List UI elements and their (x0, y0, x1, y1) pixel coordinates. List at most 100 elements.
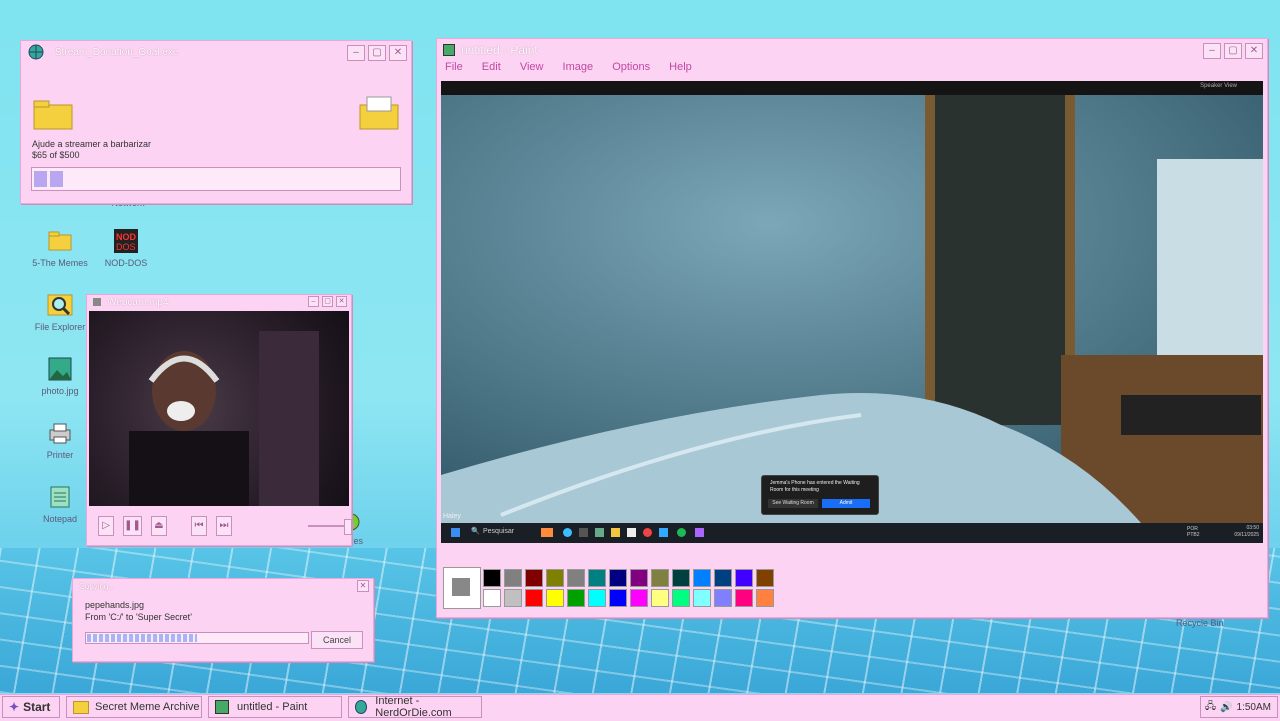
notification-text: Jemma's Phone has entered the Waiting Ro… (770, 480, 860, 493)
icon-label: NOD-DOS (104, 258, 148, 268)
paint-canvas[interactable]: Speaker View Haley Jemma's Phone has ent… (441, 81, 1263, 543)
minimize-button[interactable]: ‒ (347, 45, 365, 61)
palette-swatch[interactable] (756, 569, 774, 587)
desktop-icon-noddos[interactable]: NOD DOS NOD-DOS (86, 228, 166, 268)
palette-swatch[interactable] (609, 589, 627, 607)
image-icon (48, 357, 72, 381)
folder-icon (33, 100, 73, 130)
close-button[interactable]: ✕ (357, 580, 369, 592)
waiting-room-notification: Jemma's Phone has entered the Waiting Ro… (761, 475, 879, 515)
palette-swatch[interactable] (672, 589, 690, 607)
palette-swatch[interactable] (630, 589, 648, 607)
next-button[interactable]: ⏭ (216, 516, 233, 536)
volume-slider-thumb[interactable] (344, 519, 353, 535)
palette-swatch[interactable] (693, 569, 711, 587)
menu-edit[interactable]: Edit (482, 61, 501, 73)
palette-swatch[interactable] (483, 569, 501, 587)
window-title: Webcam.mp4 (107, 296, 169, 308)
admit-button[interactable]: Admit (822, 499, 870, 508)
captured-taskbar: 🔍 Pesquisar POR PTB2 03:50 09/11/2025 (441, 523, 1263, 543)
captured-clock: 03:50 09/11/2025 (1234, 525, 1259, 539)
palette-swatch[interactable] (546, 569, 564, 587)
taskbar-item-meme-archive[interactable]: Secret Meme Archive (66, 696, 202, 718)
previous-button[interactable]: ⏮ (190, 516, 207, 536)
menu-help[interactable]: Help (669, 61, 692, 73)
app-icon (695, 528, 704, 537)
cancel-button[interactable]: Cancel (311, 631, 363, 649)
palette-swatch[interactable] (693, 589, 711, 607)
menu-image[interactable]: Image (563, 61, 594, 73)
copy-dialog: Copying... ✕ pepehands.jpg From 'C:/' to… (72, 578, 374, 662)
play-button[interactable]: ▷ (98, 516, 115, 536)
current-color-box[interactable] (443, 567, 481, 609)
palette-swatch[interactable] (651, 569, 669, 587)
copy-progress-fill (87, 634, 197, 642)
window-title: Stream_Donation_Goal.exe (55, 46, 179, 58)
paint-titlebar[interactable]: untitled - Paint ‒ ▢ ✕ (437, 39, 1267, 61)
participant-name-tag: Haley (443, 513, 461, 520)
close-button[interactable]: ✕ (389, 45, 407, 61)
menu-file[interactable]: File (445, 61, 463, 73)
nod-icon: NODDOS (114, 229, 138, 253)
palette-swatch[interactable] (504, 569, 522, 587)
paint-icon (443, 44, 455, 56)
app-icon (595, 528, 604, 537)
minimize-button[interactable]: ‒ (308, 296, 319, 307)
palette-swatch[interactable] (714, 589, 732, 607)
minimize-button[interactable]: ‒ (1203, 43, 1221, 59)
palette-swatch[interactable] (546, 589, 564, 607)
meeting-topbar: Speaker View (441, 81, 1263, 95)
see-waiting-room-button[interactable]: See Waiting Room (768, 499, 818, 508)
pause-button[interactable]: ❚❚ (123, 516, 142, 536)
palette-swatch[interactable] (588, 589, 606, 607)
palette-swatch[interactable] (756, 589, 774, 607)
maximize-button[interactable]: ▢ (1224, 43, 1242, 59)
paint-menubar: File Edit View Image Options Help (437, 61, 1267, 79)
spotify-icon (677, 528, 686, 537)
copy-filename: pepehands.jpg (85, 600, 145, 610)
donation-progress-bar (31, 167, 401, 191)
palette-swatch[interactable] (567, 569, 585, 587)
palette-swatch[interactable] (588, 569, 606, 587)
palette-swatch[interactable] (525, 569, 543, 587)
close-button[interactable]: ✕ (1245, 43, 1263, 59)
player-controls: ▷ ❚❚ ⏏ ⏮ ⏭ (89, 509, 355, 543)
palette-swatch[interactable] (609, 569, 627, 587)
palette-swatch[interactable] (672, 569, 690, 587)
donation-progress-fill (34, 171, 63, 187)
speaker-view-label: Speaker View (1200, 83, 1237, 89)
close-button[interactable]: ✕ (336, 296, 347, 307)
palette-swatch[interactable] (714, 569, 732, 587)
globe-icon (28, 44, 44, 60)
app-icon (627, 528, 636, 537)
palette-row-bottom (483, 589, 774, 607)
recycle-bin-label[interactable]: Recycle Bin (1176, 618, 1224, 628)
palette-swatch[interactable] (630, 569, 648, 587)
taskbar-item-paint[interactable]: untitled - Paint (208, 696, 342, 718)
palette-swatch[interactable] (567, 589, 585, 607)
palette-swatch[interactable] (525, 589, 543, 607)
eject-button[interactable]: ⏏ (150, 516, 167, 536)
palette-swatch[interactable] (735, 589, 753, 607)
taskbar-item-internet[interactable]: Internet - NerdOrDie.com (348, 695, 482, 719)
palette-swatch[interactable] (651, 589, 669, 607)
menu-view[interactable]: View (520, 61, 544, 73)
maximize-button[interactable]: ▢ (322, 296, 333, 307)
start-button[interactable]: ✦ Start (2, 696, 60, 718)
palette-swatch[interactable] (504, 589, 522, 607)
donation-amount: $65 of $500 (32, 150, 80, 160)
donation-titlebar[interactable]: Stream_Donation_Goal.exe ‒ ▢ ✕ (21, 41, 411, 63)
search-icon (47, 294, 73, 316)
volume-icon[interactable]: 🔊 (1220, 702, 1232, 713)
maximize-button[interactable]: ▢ (368, 45, 386, 61)
window-title: untitled - Paint (461, 43, 538, 57)
taskbar-item-label: Secret Meme Archive (95, 701, 200, 713)
paint-icon (215, 700, 229, 714)
network-icon[interactable]: 🖧 (1205, 699, 1216, 716)
palette-swatch[interactable] (483, 589, 501, 607)
webcam-titlebar[interactable]: Webcam.mp4 ‒ ▢ ✕ (87, 295, 351, 309)
copy-titlebar[interactable]: Copying... ✕ (73, 579, 373, 593)
palette-swatch[interactable] (735, 569, 753, 587)
menu-options[interactable]: Options (612, 61, 650, 73)
volume-slider[interactable] (308, 519, 355, 535)
